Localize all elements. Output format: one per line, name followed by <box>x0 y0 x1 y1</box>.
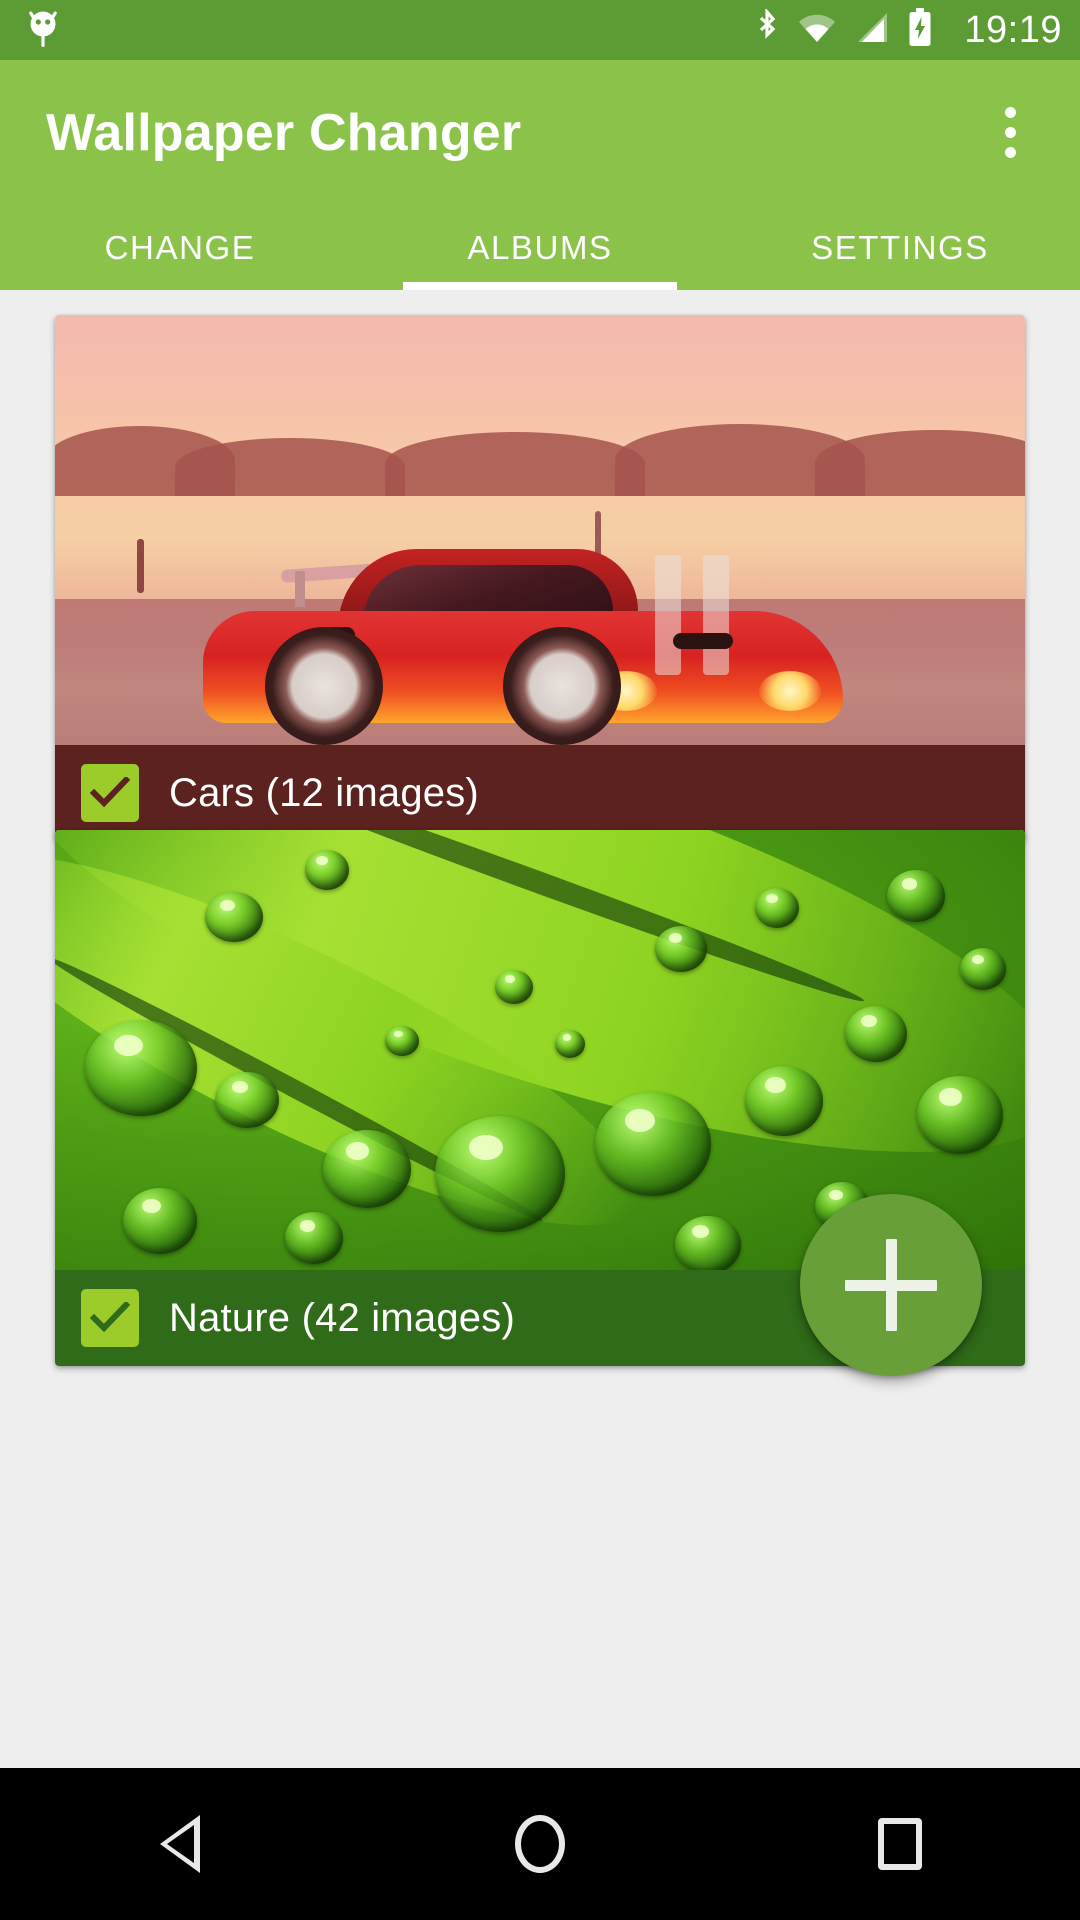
water-droplet <box>435 1116 565 1232</box>
water-droplet <box>85 1020 197 1116</box>
check-icon <box>90 1302 130 1333</box>
tab-change-label: CHANGE <box>104 228 256 266</box>
status-bar-system-icons: 19:19 <box>754 7 1062 53</box>
app-bar-top-row: Wallpaper Changer <box>0 60 1080 205</box>
tab-settings[interactable]: SETTINGS <box>720 205 1080 290</box>
car-headlight <box>759 671 821 711</box>
car-wheel <box>265 627 383 745</box>
status-bar-notifications <box>26 7 60 54</box>
overflow-menu-icon[interactable] <box>968 91 1052 175</box>
album-label-cars: Cars (12 images) <box>169 770 479 815</box>
status-bar-clock: 19:19 <box>964 9 1062 51</box>
water-droplet <box>755 888 799 928</box>
tab-settings-label: SETTINGS <box>811 228 989 266</box>
water-droplet <box>215 1072 279 1128</box>
tab-change[interactable]: CHANGE <box>0 205 360 290</box>
tab-albums[interactable]: ALBUMS <box>360 205 720 290</box>
plus-icon-vertical <box>885 1239 897 1331</box>
tab-bar: CHANGE ALBUMS SETTINGS <box>0 205 1080 290</box>
thumbnail-cactus <box>137 539 144 593</box>
thumbnail-bush <box>815 429 1025 496</box>
water-droplet <box>385 1026 419 1056</box>
overflow-dot-1 <box>1004 107 1016 118</box>
album-checkbox-cars[interactable] <box>81 764 139 822</box>
app-bar: Wallpaper Changer CHANGE ALBUMS SETTINGS <box>0 60 1080 290</box>
android-mascot-icon <box>26 7 60 54</box>
overflow-dot-2 <box>1004 127 1016 138</box>
recents-square-icon <box>878 1818 922 1870</box>
nav-back-button[interactable] <box>100 1768 260 1920</box>
water-droplet <box>655 926 707 972</box>
water-droplet <box>205 892 263 942</box>
albums-list: Cars (12 images) Nature (42 images) <box>0 290 1080 1768</box>
car-spoiler-strut <box>295 571 305 607</box>
thumbnail-car <box>203 511 843 745</box>
water-droplet <box>123 1188 197 1254</box>
album-thumbnail-cars <box>55 315 1025 745</box>
check-icon <box>90 777 130 808</box>
car-wheel <box>503 627 621 745</box>
water-droplet <box>305 850 349 890</box>
car-stripe <box>655 555 681 675</box>
bluetooth-icon <box>754 7 780 52</box>
wifi-icon <box>797 11 837 50</box>
car-hood-vent <box>673 633 733 649</box>
water-droplet <box>323 1130 411 1208</box>
nav-home-button[interactable] <box>460 1768 620 1920</box>
tab-active-indicator <box>403 282 677 290</box>
tab-albums-label: ALBUMS <box>467 228 613 266</box>
car-stripe <box>703 555 729 675</box>
overflow-dot-3 <box>1004 147 1016 158</box>
water-droplet <box>887 870 945 922</box>
thumbnail-bush <box>175 437 405 496</box>
add-album-fab[interactable] <box>800 1194 982 1376</box>
water-droplet <box>495 970 533 1004</box>
phone-screen: 19:19 Wallpaper Changer CHANGE ALBUMS SE… <box>0 0 1080 1920</box>
water-droplet <box>675 1216 741 1270</box>
cellular-signal-icon <box>854 11 890 50</box>
water-droplet <box>285 1212 343 1264</box>
page-title: Wallpaper Changer <box>46 103 522 162</box>
home-circle-icon <box>515 1815 565 1873</box>
water-droplet <box>745 1066 823 1136</box>
water-droplet <box>960 948 1006 990</box>
water-droplet <box>595 1092 711 1196</box>
battery-charging-icon <box>907 7 933 53</box>
water-droplet <box>555 1030 585 1058</box>
water-droplet <box>917 1076 1003 1154</box>
system-navigation-bar <box>0 1768 1080 1920</box>
album-checkbox-nature[interactable] <box>81 1289 139 1347</box>
album-card-cars[interactable]: Cars (12 images) <box>55 315 1025 841</box>
nav-recents-button[interactable] <box>820 1768 980 1920</box>
status-bar: 19:19 <box>0 0 1080 60</box>
album-label-nature: Nature (42 images) <box>169 1295 515 1340</box>
album-caption-cars: Cars (12 images) <box>55 745 1025 841</box>
back-triangle-icon <box>160 1815 200 1873</box>
water-droplet <box>845 1006 907 1062</box>
thumbnail-bush <box>385 431 645 496</box>
